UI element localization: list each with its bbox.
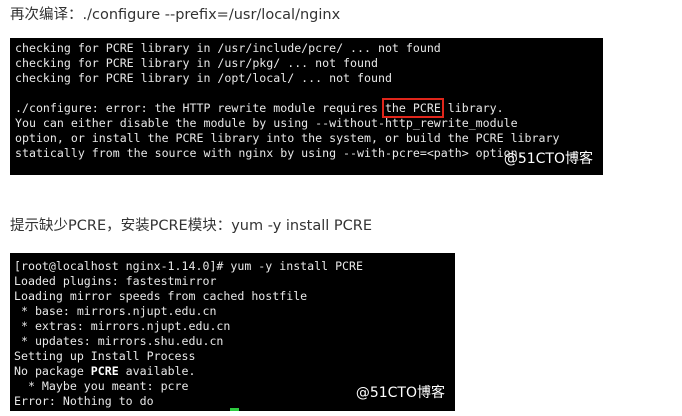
yum-terminal-screenshot: [root@localhost nginx-1.14.0]# yum -y in… — [10, 253, 455, 411]
terminal-line: Loaded plugins: fastestmirror — [14, 274, 217, 288]
terminal-line: Loading mirror speeds from cached hostfi… — [14, 289, 308, 303]
watermark-51cto: @51CTO博客 — [503, 151, 593, 167]
highlighted-pcre-text: the PCRE — [381, 98, 444, 118]
help-line: statically from the source with nginx by… — [15, 146, 525, 160]
no-package-line: No package PCRE available. — [14, 364, 363, 379]
yum-output: [root@localhost nginx-1.14.0]# yum -y in… — [14, 259, 363, 409]
no-package-suffix: available. — [118, 364, 196, 378]
terminal-line: checking for PCRE library in /usr/includ… — [15, 41, 441, 55]
terminal-line: checking for PCRE library in /usr/pkg/ .… — [15, 56, 378, 70]
error-suffix: library. — [440, 101, 504, 115]
terminal-line: Setting up Install Process — [14, 349, 196, 363]
error-line: ./configure: error: the HTTP rewrite mod… — [15, 98, 559, 118]
terminal-line: * extras: mirrors.njupt.edu.cn — [14, 319, 231, 333]
no-package-prefix: No package — [14, 364, 91, 378]
install-hint-caption: 提示缺少PCRE，安装PCRE模块：yum -y install PCRE — [10, 218, 372, 234]
help-line: option, or install the PCRE library into… — [15, 131, 560, 145]
configure-terminal-screenshot: checking for PCRE library in /usr/includ… — [10, 38, 603, 175]
terminal-line: * updates: mirrors.shu.edu.cn — [14, 334, 224, 348]
shell-prompt-line: [root@localhost nginx-1.14.0]# yum -y in… — [14, 259, 364, 273]
error-prefix: ./configure: error: the HTTP rewrite mod… — [15, 101, 385, 115]
maybe-line: * Maybe you meant: pcre — [14, 379, 189, 393]
terminal-line: * base: mirrors.njupt.edu.cn — [14, 304, 217, 318]
configure-output: checking for PCRE library in /usr/includ… — [15, 41, 559, 161]
recompile-caption: 再次编译：./configure --prefix=/usr/local/ngi… — [10, 7, 341, 23]
error-line: Error: Nothing to do — [14, 394, 154, 408]
watermark-51cto: @51CTO博客 — [355, 385, 445, 401]
terminal-line: checking for PCRE library in /opt/local/… — [15, 71, 392, 85]
help-line: You can either disable the module by usi… — [15, 116, 518, 130]
terminal-cursor — [230, 408, 239, 411]
no-package-name: PCRE — [90, 364, 119, 378]
